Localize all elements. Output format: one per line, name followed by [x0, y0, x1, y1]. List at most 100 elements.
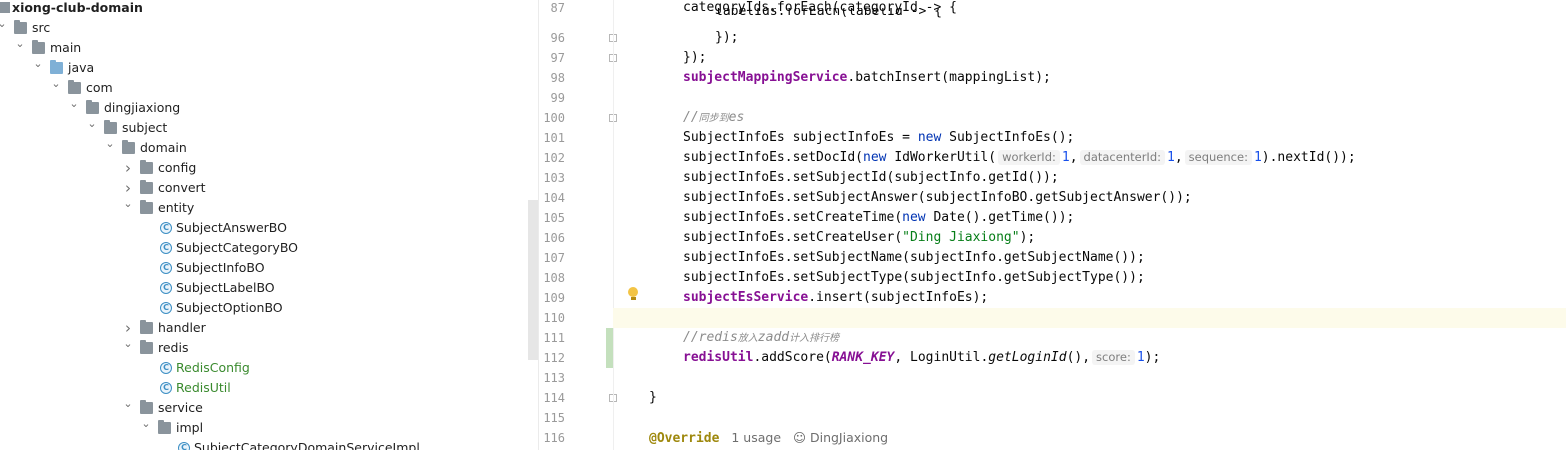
code-line[interactable]: subjectEsService.insert(subjectInfoEs);: [613, 288, 1566, 308]
code-text: ).nextId());: [1261, 150, 1356, 165]
intention-bulb-icon[interactable]: [628, 287, 638, 300]
folder-icon: [104, 120, 117, 134]
editor-gutter: 87 96 97 98 99 100 101 102 103 104 105 106 107 108 109…: [539, 0, 617, 450]
tree-item-label: dingjiaxiong: [104, 100, 181, 115]
code-text: subjectInfoEs.setCreateTime(: [683, 210, 903, 225]
line-number: 96: [550, 31, 565, 45]
parameter-hint: datacenterId:: [1079, 150, 1165, 165]
class-icon: C: [160, 282, 172, 294]
tree-item-label: java: [68, 60, 95, 75]
code-line[interactable]: });: [613, 48, 1566, 68]
chevron-right-icon[interactable]: ›: [122, 158, 134, 178]
line-number: 113: [543, 371, 565, 385]
code-text: IdWorkerUtil(: [886, 150, 997, 165]
code-text: labelIds.forEach(labelId -> {: [715, 8, 942, 18]
vcs-change-marker[interactable]: [606, 328, 613, 368]
code-text: });: [715, 30, 739, 45]
source-folder-icon: [50, 60, 63, 74]
class-icon: C: [160, 242, 172, 254]
code-keyword: new: [917, 130, 942, 145]
code-line[interactable]: }: [613, 388, 1566, 408]
line-number: 104: [543, 191, 565, 205]
code-line[interactable]: @Override 1 usage ☺ DingJiaxiong: [613, 428, 1566, 448]
code-line[interactable]: SubjectInfoEs subjectInfoEs = new Subjec…: [613, 128, 1566, 148]
code-line[interactable]: subjectInfoEs.setSubjectType(subjectInfo…: [613, 268, 1566, 288]
tree-item-label: main: [50, 40, 82, 55]
line-number: 102: [543, 151, 565, 165]
code-line[interactable]: subjectInfoEs.setSubjectName(subjectInfo…: [613, 248, 1566, 268]
code-line[interactable]: subjectInfoEs.setSubjectId(subjectInfo.g…: [613, 168, 1566, 188]
project-tree-scrollbar[interactable]: [528, 200, 538, 360]
code-line[interactable]: subjectMappingService.batchInsert(mappin…: [613, 68, 1566, 88]
code-comment: //同步到es: [683, 110, 745, 125]
tree-item-label: entity: [158, 200, 195, 215]
parameter-hint: score:: [1092, 350, 1135, 365]
chevron-down-icon[interactable]: ⌄: [50, 78, 62, 98]
code-line-partial: labelIds.forEach(labelId -> {: [613, 8, 1566, 18]
chevron-down-icon[interactable]: ⌄: [104, 138, 116, 158]
code-line[interactable]: });: [613, 28, 1566, 48]
line-number: 108: [543, 271, 565, 285]
code-number: 1: [1136, 350, 1145, 365]
line-number: 111: [543, 331, 565, 345]
tree-item-label: RedisUtil: [176, 380, 231, 395]
author-hint[interactable]: DingJiaxiong: [810, 430, 888, 445]
line-number: 115: [543, 411, 565, 425]
chevron-right-icon[interactable]: ›: [122, 178, 134, 198]
code-line[interactable]: [613, 368, 1566, 388]
line-number: 100: [543, 111, 565, 125]
chevron-down-icon[interactable]: ⌄: [122, 198, 134, 218]
code-field: subjectMappingService: [683, 70, 848, 85]
code-line[interactable]: subjectInfoEs.setCreateTime(new Date().g…: [613, 208, 1566, 228]
chevron-down-icon[interactable]: ⌄: [122, 398, 134, 418]
line-number: 110: [543, 311, 565, 325]
folder-icon: [32, 40, 45, 54]
code-text: subjectInfoEs.setSubjectType(subjectInfo…: [683, 270, 1145, 285]
code-text: );: [1019, 230, 1036, 245]
chevron-down-icon[interactable]: ⌄: [68, 98, 80, 118]
code-field: subjectEsService: [683, 290, 809, 305]
chevron-right-icon[interactable]: ›: [122, 318, 134, 338]
tree-item-label: SubjectCategoryDomainServiceImpl: [194, 440, 420, 450]
code-text: ,: [1174, 150, 1183, 165]
code-line[interactable]: subjectInfoEs.setSubjectAnswer(subjectIn…: [613, 188, 1566, 208]
tree-item-label: SubjectAnswerBO: [176, 220, 287, 235]
project-tree: xiong-club-domain ⌄ src ⌄ main ⌄ java ⌄ com ⌄ ding…: [0, 0, 529, 450]
code-line[interactable]: [613, 408, 1566, 428]
author-icon: ☺: [781, 430, 810, 445]
chevron-down-icon[interactable]: ⌄: [122, 338, 134, 358]
code-text: SubjectInfoEs();: [941, 130, 1075, 145]
class-icon: C: [160, 262, 172, 274]
usages-hint[interactable]: 1 usage: [719, 430, 781, 445]
code-text: }: [649, 390, 657, 405]
code-line[interactable]: subjectInfoEs.setDocId(new IdWorkerUtil(…: [613, 148, 1566, 168]
chevron-down-icon[interactable]: ⌄: [140, 418, 152, 438]
code-line[interactable]: [613, 88, 1566, 108]
folder-icon: [140, 400, 153, 414]
code-text: subjectInfoEs.setSubjectAnswer(subjectIn…: [683, 190, 1192, 205]
tree-item-label: subject: [122, 120, 168, 135]
code-line[interactable]: subjectInfoEs.setCreateUser("Ding Jiaxio…: [613, 228, 1566, 248]
code-line[interactable]: //同步到es: [613, 108, 1566, 128]
code-line[interactable]: //redis放入zadd计入排行榜: [613, 328, 1566, 348]
code-text: });: [683, 50, 707, 65]
code-editor[interactable]: categoryIds.forEach(categoryId -> {label…: [613, 0, 1566, 450]
chevron-down-icon[interactable]: ⌄: [32, 58, 44, 78]
chevron-down-icon[interactable]: ⌄: [86, 118, 98, 138]
folder-icon: [140, 320, 153, 334]
code-line[interactable]: redisUtil.addScore(RANK_KEY, LoginUtil.g…: [613, 348, 1566, 368]
current-line[interactable]: [613, 308, 1566, 328]
code-field: redisUtil: [683, 350, 754, 365]
class-icon: C: [160, 302, 172, 314]
line-number: 112: [543, 351, 565, 365]
line-number: 105: [543, 211, 565, 225]
chevron-down-icon[interactable]: ⌄: [0, 18, 8, 38]
line-number: 116: [543, 431, 565, 445]
tree-item-label: SubjectLabelBO: [176, 280, 275, 295]
code-text: .addScore(: [753, 350, 832, 365]
code-text: subjectInfoEs.setSubjectName(subjectInfo…: [683, 250, 1145, 265]
tree-item-label: SubjectOptionBO: [176, 300, 283, 315]
tree-item-label: SubjectCategoryBO: [176, 240, 299, 255]
code-text: subjectInfoEs.setDocId(: [683, 150, 864, 165]
chevron-down-icon[interactable]: ⌄: [14, 38, 26, 58]
